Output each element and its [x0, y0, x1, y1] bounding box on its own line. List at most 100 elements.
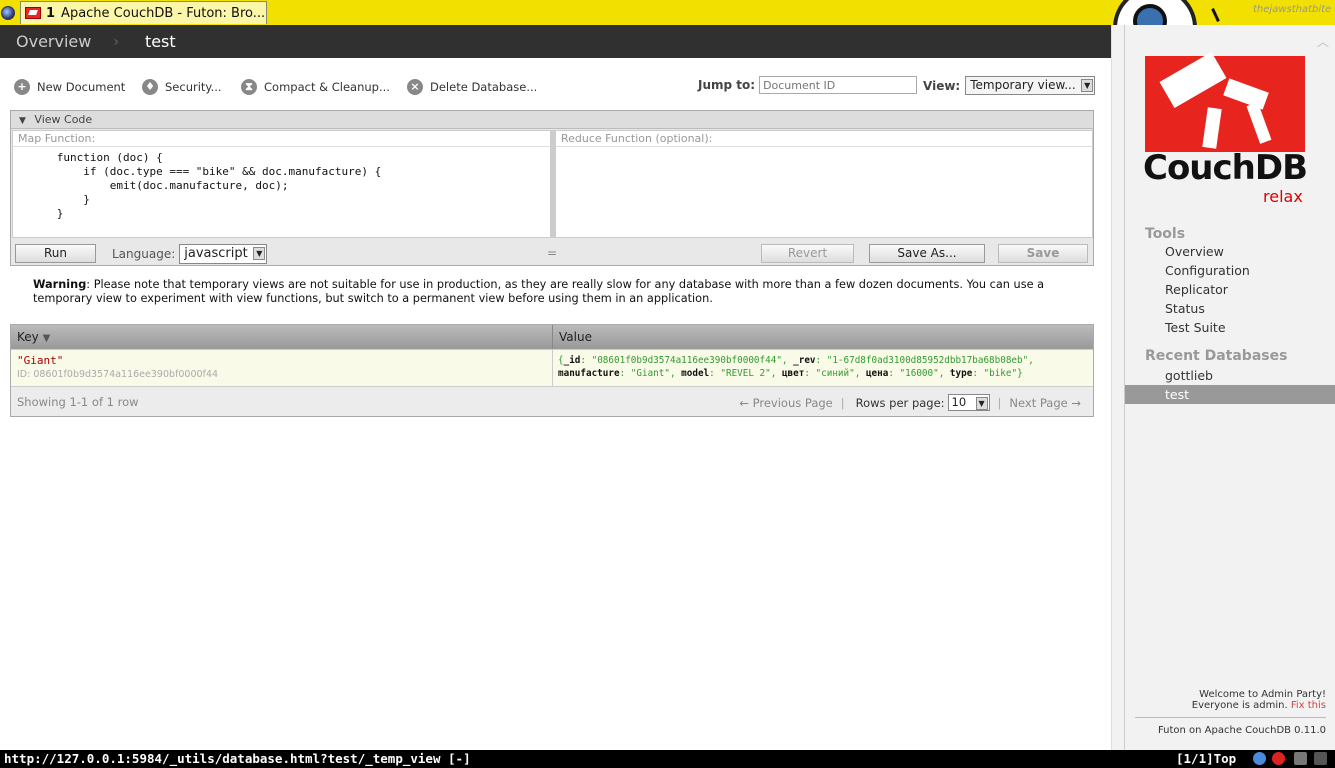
compact-label: Compact & Cleanup... — [264, 80, 390, 94]
theme-decoration — [1211, 8, 1220, 22]
reduce-function-editor[interactable]: Reduce Function (optional): — [555, 130, 1093, 238]
status-url: http://127.0.0.1:5984/_utils/database.ht… — [4, 751, 471, 766]
security-button[interactable]: ♦ Security... — [142, 79, 222, 95]
admin-notice: Everyone is admin. — [1191, 700, 1288, 711]
key-header-label: Key — [17, 330, 39, 344]
pagination-divider: | — [840, 395, 845, 410]
value-model: "REVEL 2" — [720, 368, 771, 379]
rows-per-page-label: Rows per page: — [855, 395, 945, 410]
logo-tagline: relax — [1263, 187, 1303, 206]
couchdb-logo[interactable]: CouchDB relax — [1143, 52, 1318, 208]
row-value-cell: {_id: "08601f0b9d3574a116ee390bf0000f44"… — [558, 355, 1034, 379]
map-function-label: Map Function: — [13, 131, 550, 147]
save-as-button[interactable]: Save As... — [869, 244, 985, 263]
browser-tab[interactable]: 1 Apache CouchDB - Futon: Bro... — [20, 1, 267, 24]
pagination-bar: Showing 1-1 of 1 row ← Previous Page | R… — [11, 386, 1093, 416]
run-button[interactable]: Run — [15, 244, 96, 263]
next-page-link[interactable]: Next Page → — [1009, 396, 1081, 410]
logo-red-block — [1145, 56, 1305, 152]
save-button[interactable]: Save — [998, 244, 1088, 263]
tools-heading: Tools — [1145, 226, 1186, 242]
chevron-down-icon: ▼ — [1081, 79, 1094, 92]
previous-page-link[interactable]: ← Previous Page — [739, 396, 832, 410]
language-selector: Language: javascript ▼ — [112, 244, 268, 264]
tab-title: Apache CouchDB - Futon: Bro... — [61, 5, 266, 21]
theme-signature: thejawsthatbite — [1253, 4, 1332, 15]
globe-icon[interactable] — [1253, 752, 1266, 765]
document-id-input[interactable] — [759, 76, 918, 94]
breadcrumb-separator: › — [113, 33, 119, 50]
theme-eye-decoration — [1113, 0, 1197, 25]
tab-index: 1 — [46, 5, 56, 21]
code-actions-bar: Run Language: javascript ▼ = Revert Save… — [11, 239, 1093, 265]
couchdb-favicon-icon — [25, 7, 41, 19]
row-doc-id[interactable]: ID: 08601f0b9d3574a116ee390bf0000f44 — [17, 369, 552, 380]
revert-button[interactable]: Revert — [761, 244, 854, 263]
language-select[interactable]: javascript ▼ — [179, 244, 268, 264]
scroll-position: [1/1]Top — [1176, 751, 1237, 766]
collapse-triangle-icon: ▼ — [19, 116, 26, 126]
resize-handle[interactable]: = — [547, 246, 557, 260]
language-label: Language: — [112, 247, 176, 261]
language-value: javascript — [184, 246, 248, 261]
value-manufacture: "Giant" — [630, 368, 670, 379]
new-document-label: New Document — [37, 80, 126, 94]
rows-per-page-select[interactable]: 10 ▼ — [947, 394, 990, 411]
value-type: "bike" — [983, 368, 1018, 379]
recent-heading: Recent Databases — [1145, 348, 1288, 364]
row-count: Showing 1-1 of 1 row — [17, 395, 139, 409]
view-select[interactable]: Temporary view... ▼ — [965, 76, 1096, 95]
view-select-value: Temporary view... — [970, 78, 1076, 92]
main-scrollbar[interactable] — [1111, 25, 1124, 750]
reduce-function-label: Reduce Function (optional): — [556, 131, 1092, 147]
view-code-header: View Code — [34, 113, 93, 126]
map-function-editor[interactable]: Map Function: function (doc) { if (doc.t… — [12, 130, 551, 238]
view-code-toggle[interactable]: ▼ View Code — [11, 111, 1093, 129]
logo-text: CouchDB — [1143, 148, 1308, 188]
key-column-header[interactable]: Key ▼ — [11, 325, 553, 349]
settings-icon[interactable] — [1314, 752, 1327, 765]
rows-per-page-value: 10 — [951, 395, 967, 409]
fix-this-link[interactable]: Fix this — [1291, 700, 1326, 711]
database-toolbar: + New Document ♦ Security... ⧗ Compact &… — [0, 58, 1124, 110]
browser-tab-bar: 1 Apache CouchDB - Futon: Bro... thejaws… — [0, 0, 1335, 25]
sidebar-item-configuration[interactable]: Configuration — [1145, 261, 1335, 280]
view-code-panel: ▼ View Code Map Function: function (doc)… — [10, 110, 1094, 266]
sidebar-item-test-suite[interactable]: Test Suite — [1145, 318, 1335, 337]
pagination-controls: ← Previous Page | Rows per page: 10 ▼ | … — [739, 394, 1081, 411]
recent-db-test[interactable]: test — [1125, 385, 1335, 404]
compact-cleanup-button[interactable]: ⧗ Compact & Cleanup... — [241, 79, 390, 95]
table-row[interactable]: "Giant" ID: 08601f0b9d3574a116ee390bf000… — [11, 349, 1093, 386]
adblock-icon[interactable] — [1272, 752, 1285, 765]
breadcrumb-overview-link[interactable]: Overview — [16, 32, 91, 51]
sidebar-footer: Welcome to Admin Party! Everyone is admi… — [1135, 689, 1335, 736]
view-label: View: — [923, 78, 961, 93]
sidebar-item-overview[interactable]: Overview — [1145, 242, 1335, 261]
new-document-button[interactable]: + New Document — [14, 79, 125, 95]
value-column-header: Value — [559, 330, 592, 344]
sidebar-item-replicator[interactable]: Replicator — [1145, 280, 1335, 299]
recent-db-gottlieb[interactable]: gottlieb — [1125, 366, 1335, 385]
delete-icon: × — [407, 79, 423, 95]
addon-icon[interactable] — [1294, 752, 1307, 765]
temporary-view-warning: Warning: Please note that temporary view… — [33, 278, 1053, 306]
delete-database-button[interactable]: × Delete Database... — [407, 79, 537, 95]
results-table: Key ▼ Value "Giant" ID: 08601f0b9d3574a1… — [10, 324, 1094, 417]
lock-icon: ♦ — [142, 79, 158, 95]
chevron-up-icon[interactable]: ︿ — [1317, 33, 1329, 50]
recent-databases: Recent Databases gottlieb test — [1125, 348, 1335, 404]
warning-title: Warning — [33, 278, 87, 291]
sidebar-item-status[interactable]: Status — [1145, 299, 1335, 318]
add-icon: + — [14, 79, 30, 95]
browser-status-bar: http://127.0.0.1:5984/_utils/database.ht… — [0, 750, 1335, 768]
main-content: Overview › test + New Document ♦ Securit… — [0, 25, 1124, 750]
value-rev: "1-67d8f0ad3100d85952dbb17ba68b08eb" — [826, 355, 1029, 366]
view-selector: View: Temporary view... ▼ — [923, 76, 1096, 95]
browser-menu-icon[interactable] — [1, 6, 15, 20]
map-function-code[interactable]: function (doc) { if (doc.type === "bike"… — [13, 147, 550, 221]
welcome-text: Welcome to Admin Party! — [1199, 689, 1326, 700]
value-id: "08601f0b9d3574a116ee390bf0000f44" — [591, 355, 782, 366]
pagination-divider: | — [997, 395, 1002, 410]
jump-to: Jump to: — [698, 76, 918, 94]
row-key: "Giant" — [17, 354, 64, 367]
